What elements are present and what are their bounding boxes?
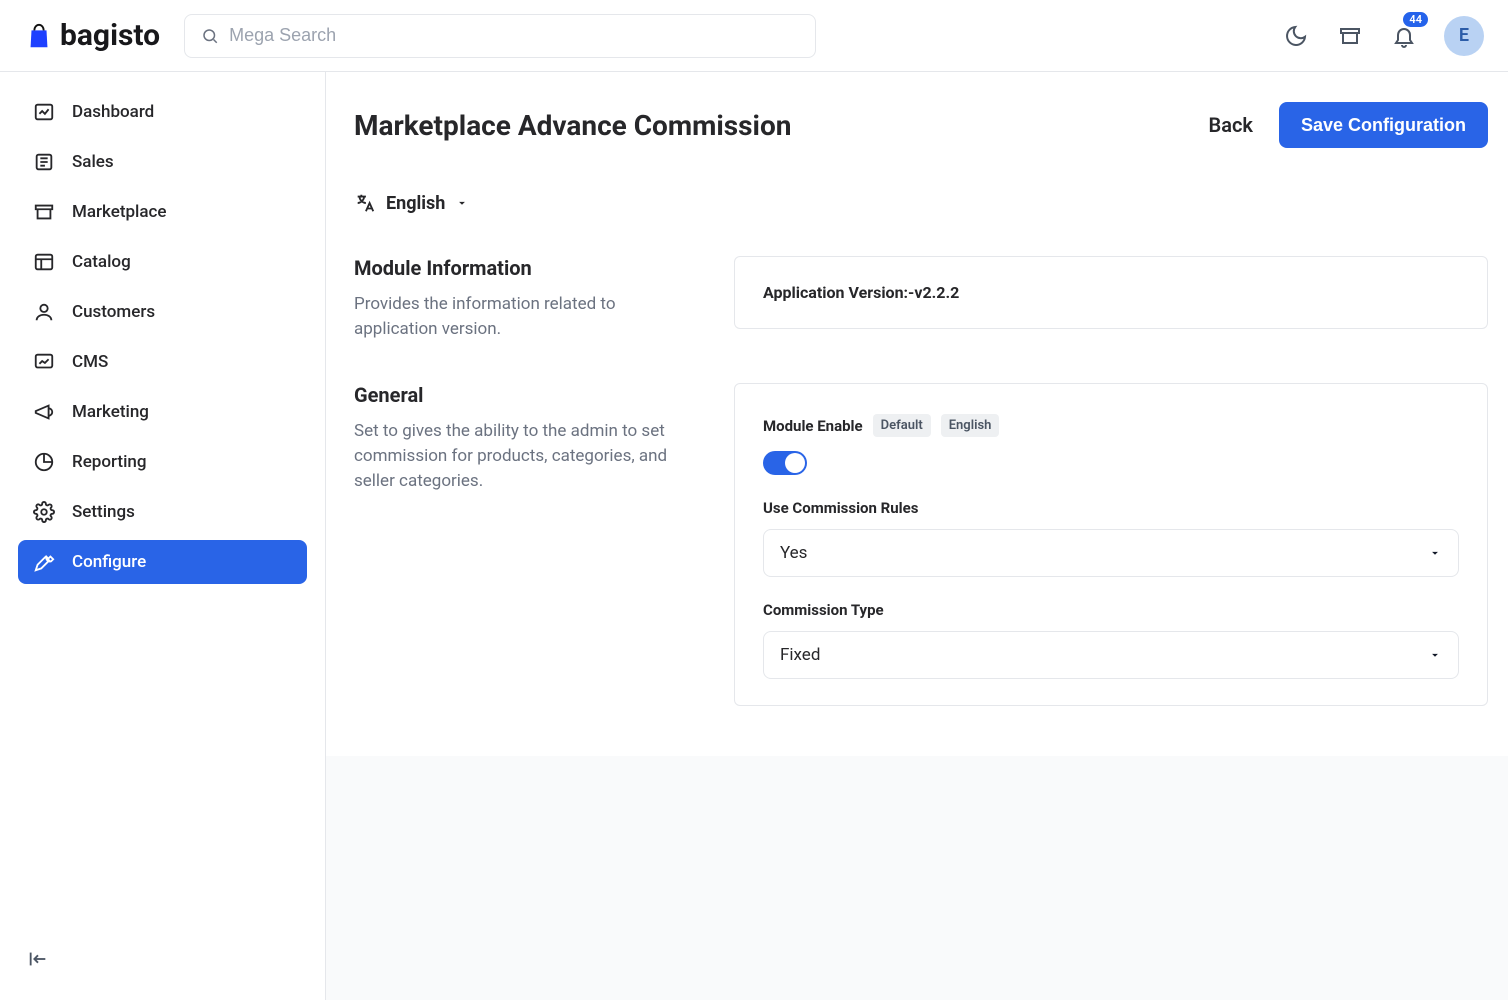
back-link[interactable]: Back [1209, 113, 1253, 137]
notifications-badge: 44 [1403, 12, 1428, 27]
sidebar-item-label: Marketplace [72, 202, 167, 222]
avatar-initial: E [1459, 25, 1469, 46]
search-input[interactable] [229, 25, 799, 46]
sidebar-item-label: Marketing [72, 402, 149, 422]
sidebar-item-dashboard[interactable]: Dashboard [18, 90, 307, 134]
search-input-wrap[interactable] [184, 14, 816, 58]
catalog-icon [32, 250, 56, 274]
sidebar-item-label: Sales [72, 152, 114, 172]
dashboard-icon [32, 100, 56, 124]
sidebar-item-label: Reporting [72, 452, 147, 472]
module-info-description: Provides the information related to appl… [354, 292, 694, 341]
sales-icon [32, 150, 56, 174]
translate-icon [354, 192, 376, 214]
brand-logo[interactable]: bagisto [24, 18, 160, 53]
customers-icon [32, 300, 56, 324]
sidebar-item-cms[interactable]: CMS [18, 340, 307, 384]
commission-type-value: Fixed [780, 645, 820, 665]
sidebar-item-customers[interactable]: Customers [18, 290, 307, 334]
module-enable-label: Module Enable [763, 417, 863, 435]
sidebar-item-label: Settings [72, 502, 135, 522]
sidebar-item-configure[interactable]: Configure [18, 540, 307, 584]
application-version: Application Version:-v2.2.2 [763, 283, 1459, 302]
save-configuration-button[interactable]: Save Configuration [1279, 102, 1488, 148]
sidebar-menu: Dashboard Sales Marketplace Catalog Cust… [18, 90, 307, 584]
sidebar-item-catalog[interactable]: Catalog [18, 240, 307, 284]
sidebar-item-marketing[interactable]: Marketing [18, 390, 307, 434]
sidebar-item-marketplace[interactable]: Marketplace [18, 190, 307, 234]
sidebar-item-reporting[interactable]: Reporting [18, 440, 307, 484]
use-commission-rules-value: Yes [780, 543, 807, 563]
sidebar-item-label: Dashboard [72, 102, 154, 122]
sidebar-item-sales[interactable]: Sales [18, 140, 307, 184]
locale-label: English [386, 193, 445, 214]
module-enable-toggle[interactable] [763, 451, 807, 475]
commission-type-select[interactable]: Fixed [763, 631, 1459, 679]
locale-switcher[interactable]: English [354, 192, 1488, 214]
toggle-knob [785, 453, 805, 473]
avatar[interactable]: E [1444, 16, 1484, 56]
general-card: Module Enable Default English [734, 383, 1488, 706]
sidebar-item-label: CMS [72, 352, 108, 372]
module-info-card: Application Version:-v2.2.2 [734, 256, 1488, 329]
collapse-sidebar-icon[interactable] [24, 945, 52, 973]
chevron-down-icon [1428, 648, 1442, 662]
chip-default: Default [873, 414, 931, 437]
reporting-icon [32, 450, 56, 474]
cms-icon [32, 350, 56, 374]
settings-icon [32, 500, 56, 524]
configure-icon [32, 550, 56, 574]
sidebar-item-label: Configure [72, 552, 146, 572]
chevron-down-icon [455, 196, 469, 210]
use-commission-rules-label: Use Commission Rules [763, 499, 918, 517]
chevron-down-icon [1428, 546, 1442, 560]
general-description: Set to gives the ability to the admin to… [354, 419, 694, 493]
sidebar-item-label: Customers [72, 302, 155, 322]
sidebar-item-label: Catalog [72, 252, 131, 272]
marketing-icon [32, 400, 56, 424]
dark-mode-icon[interactable] [1282, 22, 1310, 50]
use-commission-rules-select[interactable]: Yes [763, 529, 1459, 577]
page-title: Marketplace Advance Commission [354, 109, 791, 142]
bag-icon [24, 21, 54, 51]
general-heading: General [354, 383, 694, 407]
commission-type-label: Commission Type [763, 601, 884, 619]
module-info-heading: Module Information [354, 256, 694, 280]
sidebar-item-settings[interactable]: Settings [18, 490, 307, 534]
marketplace-icon [32, 200, 56, 224]
page-background-rest [326, 756, 1508, 1000]
search-icon [201, 27, 219, 45]
notifications-icon[interactable]: 44 [1390, 22, 1418, 50]
chip-english: English [941, 414, 1000, 437]
brand-name: bagisto [60, 18, 160, 53]
store-icon[interactable] [1336, 22, 1364, 50]
